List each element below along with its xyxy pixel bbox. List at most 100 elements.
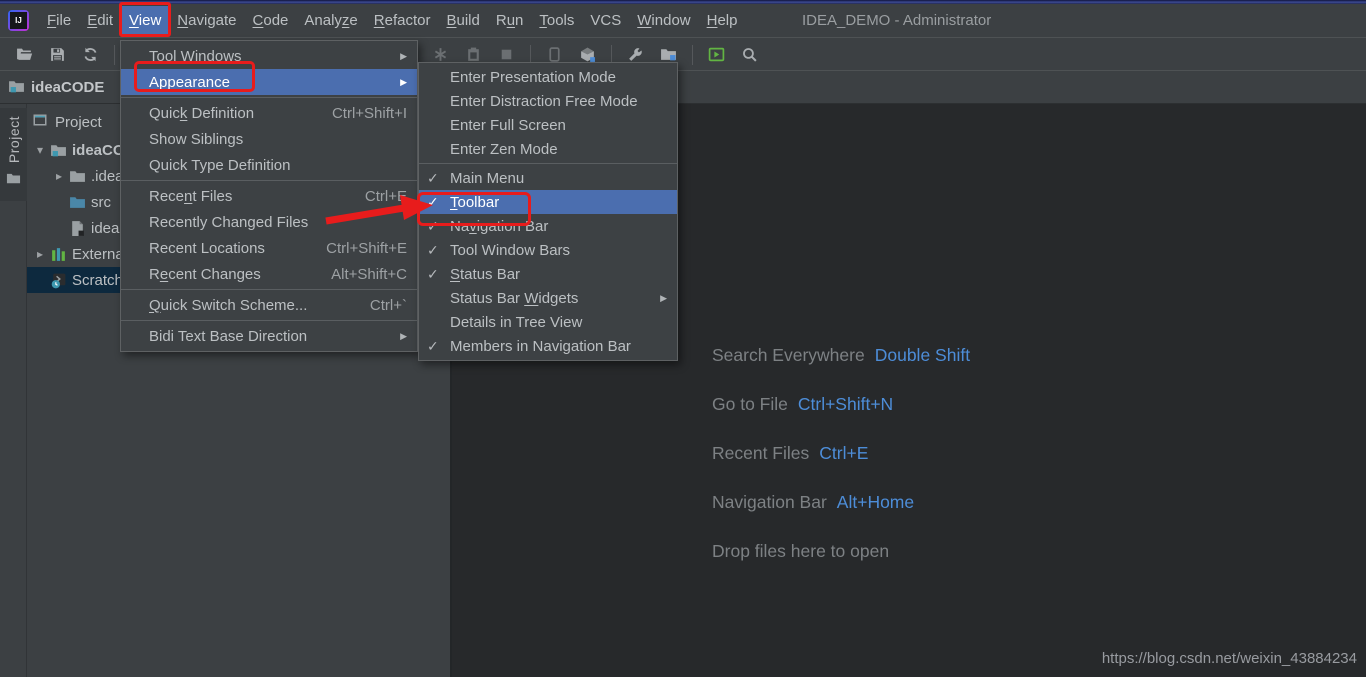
- checkmark-icon: ✓: [427, 170, 450, 187]
- chevron-right-icon[interactable]: ▸: [33, 247, 47, 261]
- menu-item-label: Main Menu: [450, 170, 524, 187]
- menubar-item-build[interactable]: Build: [438, 6, 487, 36]
- editor-hint-recent-files: Recent Files Ctrl+E: [712, 443, 970, 466]
- appearance-item-tool-window-bars[interactable]: ✓Tool Window Bars: [419, 238, 677, 262]
- menubar-item-tools[interactable]: Tools: [531, 6, 582, 36]
- menubar-item-refactor[interactable]: Refactor: [366, 6, 439, 36]
- chevron-down-icon[interactable]: ▾: [33, 143, 47, 157]
- navigation-bar-project[interactable]: ideaCODE: [31, 79, 104, 96]
- project-panel-header[interactable]: Project: [32, 112, 102, 132]
- checkmark-icon: ✓: [427, 266, 450, 283]
- menu-item-label: Tool Window Bars: [450, 242, 570, 259]
- menubar-item-edit[interactable]: Edit: [79, 6, 121, 36]
- appearance-item-enter-distraction-free-mode[interactable]: Enter Distraction Free Mode: [419, 89, 677, 113]
- menu-bar: IJ FileEditViewNavigateCodeAnalyzeRefact…: [0, 4, 1366, 38]
- view-menu-popup: Tool Windows▶ Appearance ▶ Quick Definition…: [120, 40, 418, 352]
- view-menu-item-quick-definition[interactable]: Quick Definition Ctrl+Shift+I: [121, 100, 417, 126]
- menu-item-label: Details in Tree View: [450, 314, 582, 331]
- tree-item-label: src: [91, 194, 111, 211]
- view-menu-item-quick-type-definition[interactable]: Quick Type Definition: [121, 152, 417, 178]
- appearance-item-details-in-tree-view[interactable]: Details in Tree View: [419, 310, 677, 334]
- view-menu-item-recent-locations[interactable]: Recent LocationsCtrl+Shift+E: [121, 235, 417, 261]
- submenu-arrow-icon: ▶: [660, 293, 667, 304]
- project-window-icon: [32, 112, 55, 132]
- sync-icon[interactable]: [78, 42, 103, 67]
- save-all-icon[interactable]: [45, 42, 70, 67]
- menu-item-label: Enter Zen Mode: [450, 141, 558, 158]
- left-tool-window-strip: Project: [0, 104, 27, 677]
- menu-item-label: Enter Presentation Mode: [450, 69, 616, 86]
- view-menu-item-recently-changed-files[interactable]: Recently Changed Files: [121, 209, 417, 235]
- checkmark-icon: ✓: [427, 242, 450, 259]
- view-menu-item-tool-windows[interactable]: Tool Windows▶: [121, 43, 417, 69]
- view-menu-item-quick-switch-scheme[interactable]: Quick Switch Scheme...Ctrl+`: [121, 292, 417, 318]
- menu-item-shortcut: Alt+Shift+C: [331, 266, 407, 283]
- window-title: IDEA_DEMO - Administrator: [802, 4, 991, 38]
- menu-item-label: Enter Full Screen: [450, 117, 566, 134]
- appearance-item-status-bar[interactable]: ✓Status Bar: [419, 262, 677, 286]
- checkmark-icon: ✓: [427, 218, 450, 235]
- menubar-item-help[interactable]: Help: [699, 6, 746, 36]
- menubar-item-navigate[interactable]: Navigate: [169, 6, 244, 36]
- appearance-item-members-in-navigation-bar[interactable]: ✓Members in Navigation Bar: [419, 334, 677, 358]
- menu-separator: [121, 95, 417, 100]
- menu-item-label: Recent Changes: [149, 266, 261, 283]
- editor-hint-drop-files-here-to-open: Drop files here to open: [712, 541, 970, 564]
- menu-item-label: Quick Type Definition: [149, 157, 290, 174]
- hint-shortcut-keys: Ctrl+E: [819, 443, 868, 463]
- run-console-icon[interactable]: [704, 42, 729, 67]
- menubar-item-file[interactable]: File: [39, 6, 79, 36]
- chevron-right-icon[interactable]: ▸: [52, 169, 66, 183]
- submenu-arrow-icon: ▶: [400, 331, 407, 342]
- menu-item-shortcut: Ctrl+Shift+I: [332, 105, 407, 122]
- folder-icon: [69, 168, 86, 185]
- menu-item-label: Appearance: [149, 74, 230, 91]
- submenu-arrow-icon: ▶: [400, 77, 407, 88]
- appearance-item-enter-zen-mode[interactable]: Enter Zen Mode: [419, 137, 677, 161]
- menu-item-label: Enter Distraction Free Mode: [450, 93, 638, 110]
- hint-action-label: Go to File: [712, 394, 788, 414]
- view-menu-item-bidi-text-base-direction[interactable]: Bidi Text Base Direction ▶: [121, 323, 417, 349]
- hint-shortcut-keys: Alt+Home: [837, 492, 914, 512]
- hint-action-label: Recent Files: [712, 443, 809, 463]
- menu-item-label: Bidi Text Base Direction: [149, 328, 307, 345]
- toolbar-separator: [692, 45, 693, 65]
- view-menu-item-recent-changes[interactable]: Recent Changes Alt+Shift+C: [121, 261, 417, 287]
- appearance-item-main-menu[interactable]: ✓Main Menu: [419, 166, 677, 190]
- view-menu-item-recent-files[interactable]: Recent FilesCtrl+E: [121, 183, 417, 209]
- project-tool-tab-label: Project: [6, 116, 22, 163]
- appearance-item-status-bar-widgets[interactable]: Status Bar Widgets ▶: [419, 286, 677, 310]
- idea-window: IJ FileEditViewNavigateCodeAnalyzeRefact…: [0, 0, 1366, 677]
- menubar-item-code[interactable]: Code: [245, 6, 297, 36]
- menu-item-label: Recently Changed Files: [149, 214, 308, 231]
- menubar-item-run[interactable]: Run: [488, 6, 532, 36]
- intellij-logo-icon: IJ: [8, 10, 29, 31]
- appearance-item-enter-full-screen[interactable]: Enter Full Screen: [419, 113, 677, 137]
- libraries-icon: [50, 246, 67, 263]
- search-icon[interactable]: [737, 42, 762, 67]
- checkmark-icon: ✓: [427, 338, 450, 355]
- menubar-item-view[interactable]: View: [121, 6, 169, 36]
- project-tool-window-button[interactable]: Project: [0, 108, 27, 201]
- menu-item-label: Status Bar Widgets: [450, 290, 578, 307]
- hint-shortcut-keys: Double Shift: [875, 345, 970, 365]
- menubar-item-analyze[interactable]: Analyze: [296, 6, 365, 36]
- menu-separator: [121, 178, 417, 183]
- menubar-item-window[interactable]: Window: [629, 6, 698, 36]
- checkmark-icon: ✓: [427, 194, 450, 211]
- view-menu-item-show-siblings[interactable]: Show Siblings: [121, 126, 417, 152]
- menubar-item-vcs[interactable]: VCS: [582, 6, 629, 36]
- editor-empty-hints: Search EverywhereDouble ShiftGo to FileC…: [712, 345, 970, 590]
- open-project-icon[interactable]: [12, 42, 37, 67]
- appearance-item-enter-presentation-mode[interactable]: Enter Presentation Mode: [419, 65, 677, 89]
- appearance-item-navigation-bar[interactable]: ✓Navigation Bar: [419, 214, 677, 238]
- menu-item-label: Members in Navigation Bar: [450, 338, 631, 355]
- menu-item-label: Quick Definition: [149, 105, 254, 122]
- view-menu-item-appearance[interactable]: Appearance ▶: [121, 69, 417, 95]
- hint-shortcut-keys: Ctrl+Shift+N: [798, 394, 893, 414]
- appearance-item-toolbar[interactable]: ✓Toolbar: [419, 190, 677, 214]
- file-icon: [69, 220, 86, 237]
- appearance-submenu-popup: Enter Presentation Mode Enter Distraction…: [418, 62, 678, 361]
- menu-separator: [121, 318, 417, 323]
- menu-item-shortcut: Ctrl+`: [370, 297, 407, 314]
